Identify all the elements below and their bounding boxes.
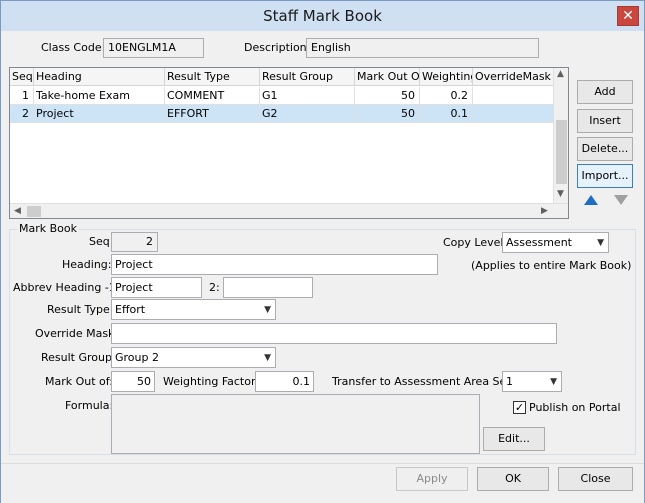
vertical-scroll-thumb[interactable] <box>556 120 567 184</box>
insert-button[interactable]: Insert <box>577 109 633 133</box>
applies-note: (Applies to entire Mark Book) <box>471 259 632 272</box>
column-header-mark-out-of[interactable]: Mark Out Of <box>355 68 420 86</box>
chevron-down-icon: ▼ <box>264 353 271 363</box>
result-type-select[interactable]: Effort ▼ <box>111 299 276 320</box>
cell-result-type: EFFORT <box>165 105 260 122</box>
grid-header: Seq Heading Result Type Result Group Mar… <box>10 68 555 86</box>
heading-input[interactable]: Project <box>111 254 438 275</box>
cell-seq: 1 <box>10 87 34 104</box>
edit-formula-button[interactable]: Edit... <box>483 427 545 451</box>
title-bar: Staff Mark Book ✕ <box>1 1 644 31</box>
mark-out-of-input[interactable]: 50 <box>111 371 155 392</box>
copy-level-select[interactable]: Assessment ▼ <box>502 232 609 253</box>
description-label: Description: <box>244 41 311 54</box>
ok-button[interactable]: OK <box>477 467 549 491</box>
column-header-result-type[interactable]: Result Type <box>165 68 260 86</box>
formula-label: Formula: <box>65 399 114 412</box>
abbrev-heading-2-label: 2: <box>209 281 220 294</box>
scroll-left-icon[interactable]: ◀ <box>14 206 21 216</box>
result-type-value: Effort <box>115 303 146 316</box>
override-mask-input[interactable] <box>111 323 557 344</box>
scroll-right-icon[interactable]: ▶ <box>541 206 548 216</box>
result-group-value: Group 2 <box>115 351 159 364</box>
transfer-seq-value: 1 <box>506 375 513 388</box>
cell-result-group: G1 <box>260 87 355 104</box>
copy-level-label: Copy Level: <box>443 236 508 249</box>
class-code-label: Class Code: <box>41 41 106 54</box>
arrow-up-icon <box>584 195 598 205</box>
scroll-down-icon[interactable]: ▼ <box>557 189 564 199</box>
close-button[interactable]: Close <box>558 467 633 491</box>
column-header-weighting[interactable]: Weighting <box>420 68 473 86</box>
seq-field: 2 <box>111 232 158 252</box>
scroll-up-icon[interactable]: ▲ <box>557 69 564 79</box>
abbrev-heading-2-input[interactable] <box>223 277 313 298</box>
result-group-label: Result Group: <box>41 351 116 364</box>
heading-label: Heading: <box>62 258 112 271</box>
horizontal-scrollbar[interactable]: ◀ ▶ <box>10 203 568 218</box>
formula-field[interactable] <box>111 394 480 454</box>
arrow-down-icon <box>614 195 628 205</box>
class-code-field: 10ENGLM1A <box>103 38 204 58</box>
publish-on-portal-label: Publish on Portal <box>529 401 621 414</box>
copy-level-value: Assessment <box>506 236 572 249</box>
delete-button[interactable]: Delete... <box>577 137 633 161</box>
cell-result-group: G2 <box>260 105 355 122</box>
table-row-selected[interactable]: 2 Project EFFORT G2 50 0.1 <box>10 105 555 123</box>
abbrev-heading-label: Abbrev Heading -1: <box>13 281 120 294</box>
description-field: English <box>306 38 539 58</box>
column-header-result-group[interactable]: Result Group <box>260 68 355 86</box>
mark-out-of-label: Mark Out of: <box>45 375 113 388</box>
chevron-down-icon: ▼ <box>264 305 271 315</box>
override-mask-label: Override Mask: <box>35 327 119 340</box>
table-row[interactable]: 1 Take-home Exam COMMENT G1 50 0.2 <box>10 87 555 105</box>
mark-book-group-title: Mark Book <box>17 222 79 236</box>
staff-mark-book-window: Staff Mark Book ✕ Class Code: 10ENGLM1A … <box>0 0 645 503</box>
transfer-seq-label: Transfer to Assessment Area Seq: <box>332 375 517 388</box>
cell-heading: Project <box>34 105 165 122</box>
weighting-factor-label: Weighting Factor: <box>163 375 260 388</box>
chevron-down-icon: ▼ <box>550 377 557 387</box>
window-title: Staff Mark Book <box>263 7 382 25</box>
cell-mark-out-of: 50 <box>355 87 420 104</box>
cell-mark-out-of: 50 <box>355 105 420 122</box>
cell-override-mask <box>473 87 555 104</box>
cell-override-mask <box>473 105 555 122</box>
add-button[interactable]: Add <box>577 80 633 104</box>
result-group-select[interactable]: Group 2 ▼ <box>111 347 276 368</box>
transfer-seq-select[interactable]: 1 ▼ <box>502 371 562 392</box>
column-header-override-mask[interactable]: OverrideMask <box>473 68 555 86</box>
abbrev-heading-1-input[interactable]: Project <box>111 277 202 298</box>
close-icon[interactable]: ✕ <box>617 6 639 26</box>
result-type-label: Result Type: <box>47 303 114 316</box>
cell-seq: 2 <box>10 105 34 122</box>
vertical-scrollbar[interactable]: ▲ ▼ <box>553 68 568 203</box>
cell-weighting: 0.1 <box>420 105 473 122</box>
horizontal-scroll-thumb[interactable] <box>27 206 41 217</box>
weighting-factor-input[interactable]: 0.1 <box>255 371 314 392</box>
seq-label: Seq: <box>89 235 114 248</box>
cell-result-type: COMMENT <box>165 87 260 104</box>
move-down-button[interactable] <box>609 194 633 214</box>
column-header-heading[interactable]: Heading <box>34 68 165 86</box>
apply-button[interactable]: Apply <box>396 467 468 491</box>
column-header-seq[interactable]: Seq <box>10 68 34 86</box>
assessment-grid[interactable]: Seq Heading Result Type Result Group Mar… <box>9 67 569 219</box>
move-up-button[interactable] <box>579 194 603 214</box>
chevron-down-icon: ▼ <box>597 238 604 248</box>
import-button[interactable]: Import... <box>577 164 633 188</box>
cell-weighting: 0.2 <box>420 87 473 104</box>
publish-on-portal-checkbox[interactable]: ✓ <box>513 401 526 414</box>
cell-heading: Take-home Exam <box>34 87 165 104</box>
